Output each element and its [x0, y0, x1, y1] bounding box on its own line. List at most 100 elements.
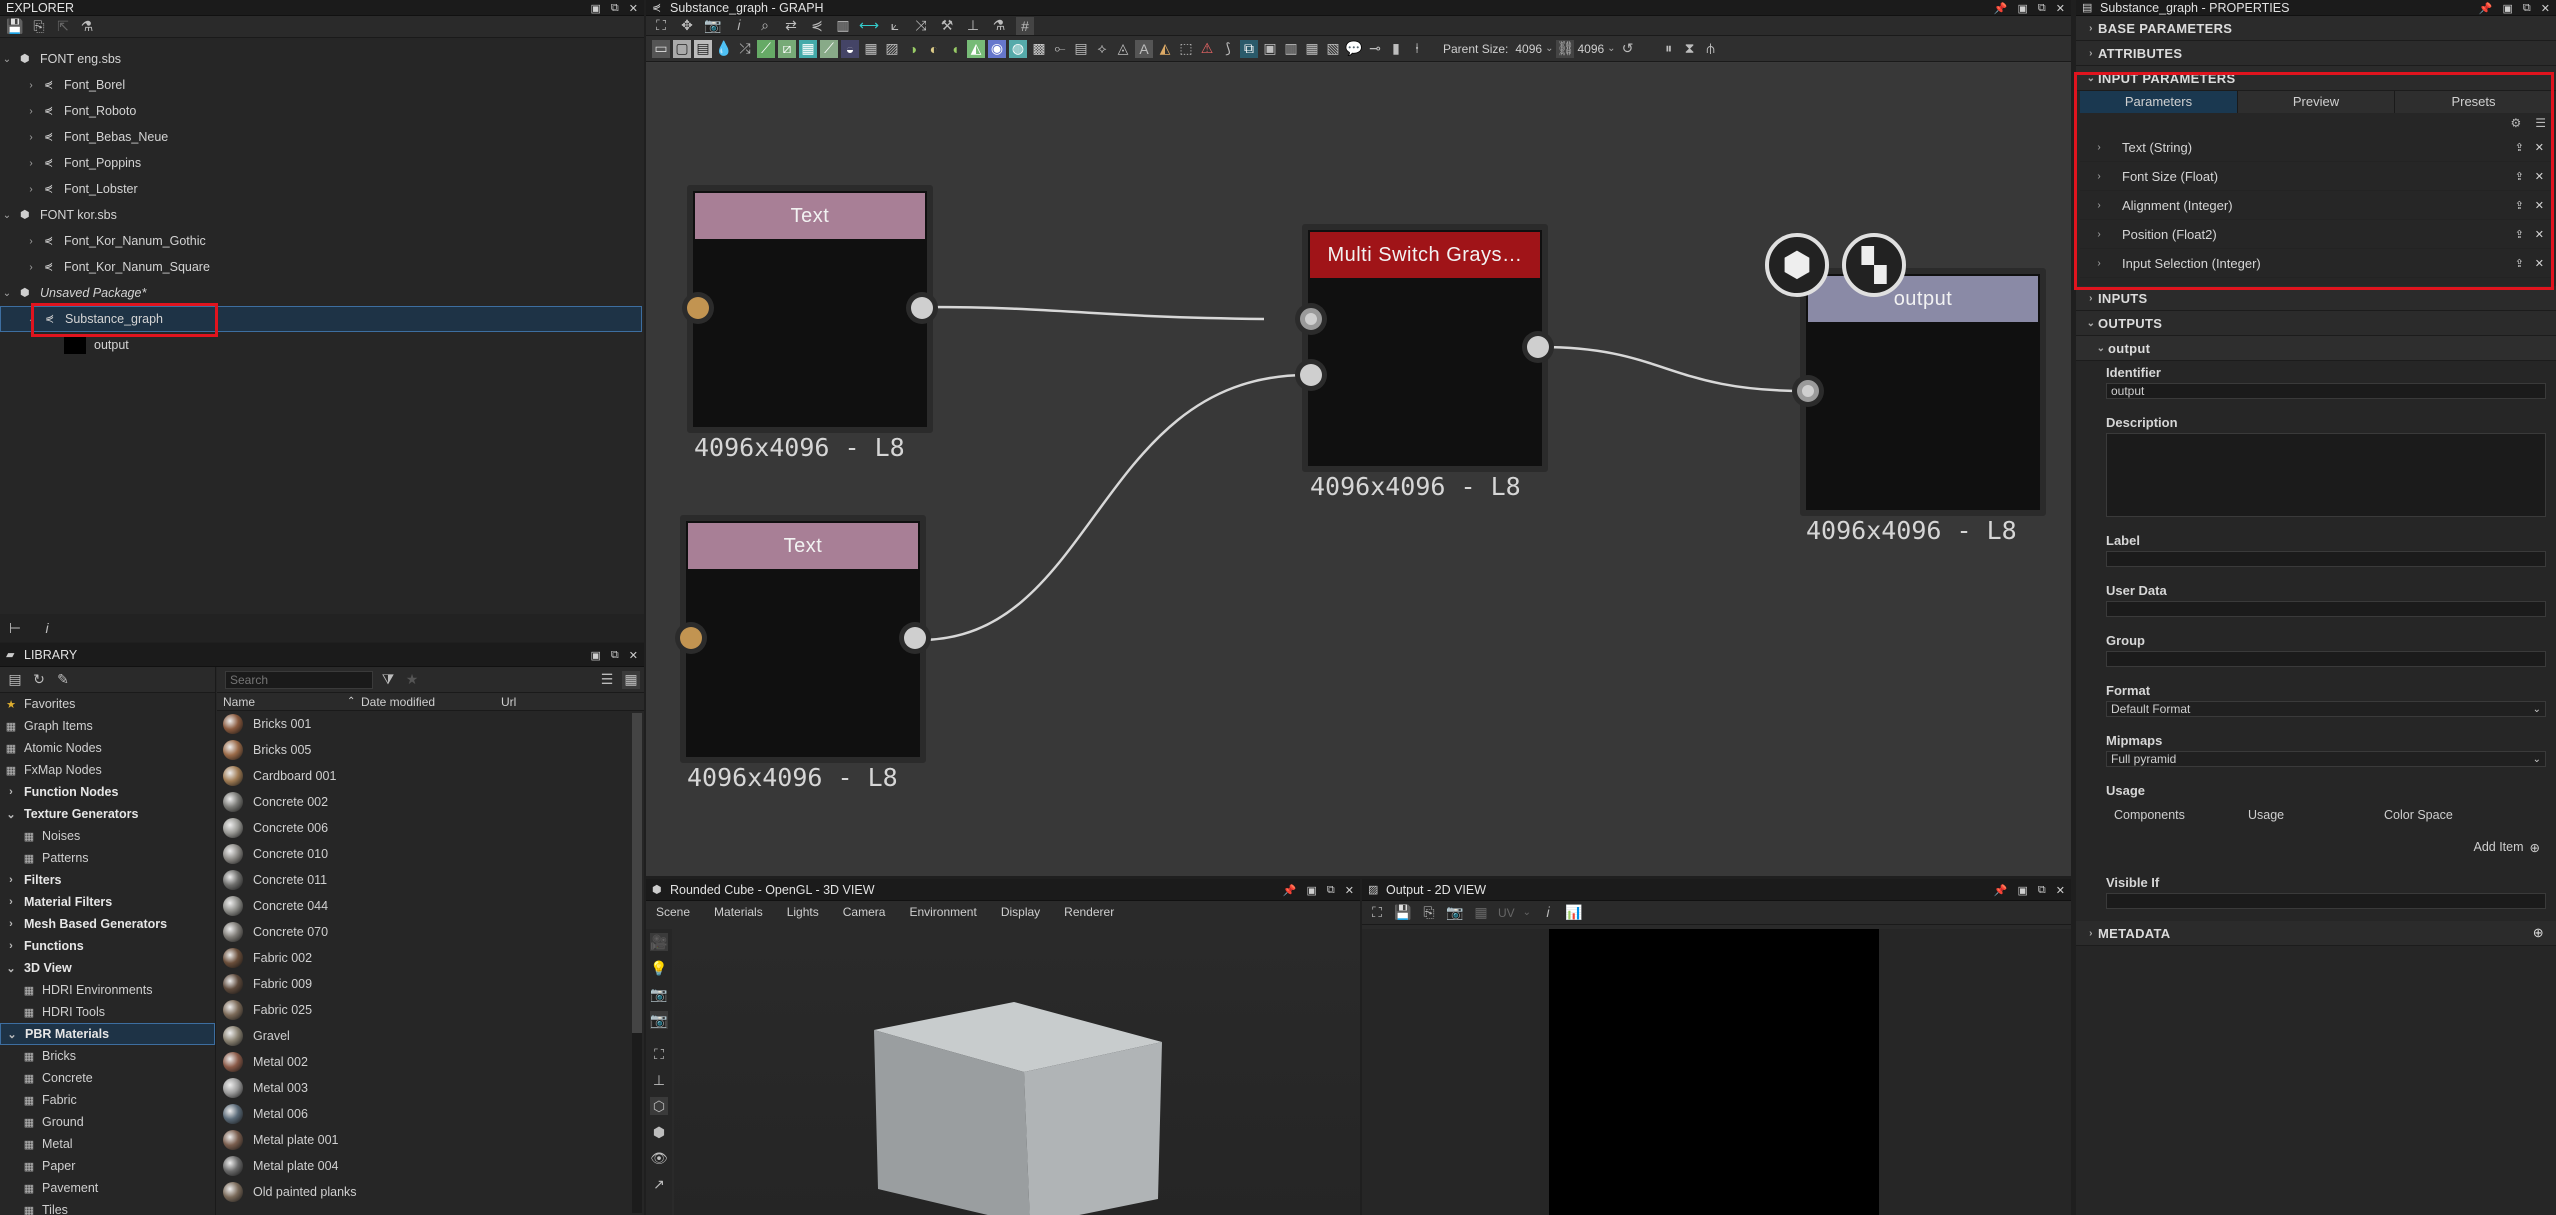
export-icon[interactable]: ⇪: [2515, 228, 2524, 241]
library-item[interactable]: Bricks 005: [217, 737, 644, 763]
library-category[interactable]: › Filters: [0, 869, 215, 891]
library-category[interactable]: ▦ FxMap Nodes: [0, 759, 215, 781]
library-category[interactable]: ▦ Paper: [0, 1155, 215, 1177]
node-icon-33[interactable]: ▧: [1324, 40, 1342, 58]
description-field[interactable]: [2106, 433, 2546, 517]
frame-node-icon[interactable]: ▮: [1387, 40, 1405, 58]
library-category[interactable]: ⌄ PBR Materials: [0, 1023, 215, 1045]
screenshot-icon[interactable]: 📷: [650, 985, 668, 1003]
library-category[interactable]: ▦ Ground: [0, 1111, 215, 1133]
copy-icon[interactable]: ⎘: [1420, 904, 1438, 922]
distribute-icon[interactable]: ⫛: [1702, 40, 1720, 58]
node-icon-27[interactable]: ⚠: [1198, 40, 1216, 58]
visible-if-field[interactable]: [2106, 893, 2546, 909]
maximize-icon[interactable]: ⧉: [611, 2, 619, 15]
list-icon[interactable]: ☰: [2535, 116, 2546, 130]
library-category[interactable]: ★ Favorites: [0, 693, 215, 715]
maximize-icon[interactable]: ⧉: [2038, 884, 2046, 897]
label-field[interactable]: [2106, 551, 2546, 567]
parameter-row[interactable]: › Alignment (Integer) ⇪ ✕: [2080, 191, 2552, 220]
export-icon[interactable]: ⇱: [54, 18, 72, 36]
node-icon-1[interactable]: ▭: [652, 39, 670, 58]
menu-scene[interactable]: Scene: [656, 905, 690, 919]
node-icon-8[interactable]: ▦: [799, 39, 817, 58]
library-item[interactable]: Concrete 002: [217, 789, 644, 815]
section-attributes[interactable]: › ATTRIBUTES: [2076, 41, 2556, 66]
chevron-down-icon[interactable]: ⌄: [25, 314, 39, 325]
pin-icon[interactable]: ⍿: [1408, 40, 1426, 58]
node-icon-18[interactable]: ◍: [1009, 39, 1027, 58]
settings-icon[interactable]: ⚙: [2510, 116, 2521, 130]
graph-row[interactable]: › ⋞ Font_Bebas_Neue: [0, 124, 644, 150]
user-data-field[interactable]: [2106, 601, 2546, 617]
close-icon[interactable]: ✕: [2541, 2, 2550, 15]
mipmaps-select[interactable]: Full pyramid ⌄: [2106, 751, 2546, 767]
input-port[interactable]: [1792, 375, 1824, 407]
pause-icon[interactable]: ⏸: [1660, 40, 1678, 58]
library-category[interactable]: ▦ Atomic Nodes: [0, 737, 215, 759]
menu-camera[interactable]: Camera: [843, 905, 886, 919]
library-item[interactable]: Metal 003: [217, 1075, 644, 1101]
chevron-right-icon[interactable]: ›: [24, 132, 38, 143]
node-icon-22[interactable]: ⟡: [1093, 40, 1111, 58]
library-category[interactable]: ▦ HDRI Environments: [0, 979, 215, 1001]
output-port[interactable]: [906, 292, 938, 324]
favorite-filter-icon[interactable]: ★: [403, 671, 421, 689]
maximize-icon[interactable]: ⧉: [1327, 884, 1335, 897]
graph-row[interactable]: › ⋞ Font_Kor_Nanum_Square: [0, 254, 644, 280]
uv-label[interactable]: UV: [1498, 906, 1515, 920]
wrench-icon[interactable]: ⚒: [938, 17, 956, 35]
add-icon[interactable]: ⊕: [2533, 925, 2544, 941]
move-icon[interactable]: ✥: [678, 17, 696, 35]
graph-canvas[interactable]: Text 4096x4096 - L8 Text 4096x4096 - L8 …: [646, 63, 2071, 876]
node-icon-32[interactable]: ▦: [1303, 40, 1321, 58]
chevron-right-icon[interactable]: ›: [24, 158, 38, 169]
library-category[interactable]: ▦ HDRI Tools: [0, 1001, 215, 1023]
library-item[interactable]: Fabric 025: [217, 997, 644, 1023]
export-icon[interactable]: ⇪: [2515, 141, 2524, 154]
info-icon[interactable]: 𝑖: [1539, 904, 1557, 922]
maximize-icon[interactable]: ⧉: [611, 649, 619, 662]
2d-view-toggle-icon[interactable]: ▚: [1842, 233, 1906, 297]
package-row[interactable]: ⌄ ⬢ FONT kor.sbs: [0, 202, 644, 228]
library-item[interactable]: Concrete 006: [217, 815, 644, 841]
3d-viewport[interactable]: [674, 929, 1360, 1215]
close-icon[interactable]: ✕: [2535, 257, 2544, 270]
filter-icon[interactable]: ⧩: [379, 671, 397, 689]
hierarchy-icon[interactable]: ⊥: [964, 17, 982, 35]
size-value[interactable]: 4096: [1577, 42, 1604, 56]
graph-row-selected[interactable]: ⌄ ⋞ Substance_graph: [0, 306, 642, 332]
arrow-icon[interactable]: ↗: [650, 1175, 668, 1193]
close-icon[interactable]: ✕: [2056, 2, 2065, 15]
paint-icon[interactable]: ⚗: [990, 17, 1008, 35]
library-category[interactable]: › Function Nodes: [0, 781, 215, 803]
add-icon[interactable]: ⊕: [2530, 840, 2540, 855]
close-icon[interactable]: ✕: [2535, 228, 2544, 241]
library-item[interactable]: Metal plate 001: [217, 1127, 644, 1153]
node-icon-26[interactable]: ⬚: [1177, 40, 1195, 58]
output-item-header[interactable]: ⌄ output: [2076, 336, 2556, 361]
tiling-icon[interactable]: ▦: [1472, 904, 1490, 922]
node-icon-10[interactable]: ◒: [841, 39, 859, 58]
tab-preview[interactable]: Preview: [2237, 91, 2394, 113]
multi-switch-node[interactable]: Multi Switch Grays…: [1302, 224, 1548, 472]
float-icon[interactable]: ▣: [591, 2, 601, 15]
menu-display[interactable]: Display: [1001, 905, 1040, 919]
scrollbar[interactable]: [632, 713, 642, 1213]
add-item-button[interactable]: Add Item: [2473, 840, 2523, 854]
node-icon-4[interactable]: 💧: [715, 40, 733, 58]
pin-icon[interactable]: 📌: [2479, 2, 2493, 15]
output-node[interactable]: output: [1800, 268, 2046, 516]
text-node-1[interactable]: Text: [687, 185, 933, 433]
library-category[interactable]: ▦ Pavement: [0, 1177, 215, 1199]
output-port[interactable]: [899, 622, 931, 654]
chevron-right-icon[interactable]: ›: [2092, 258, 2106, 269]
library-item[interactable]: Metal 006: [217, 1101, 644, 1127]
section-base-parameters[interactable]: › BASE PARAMETERS: [2076, 16, 2556, 41]
node-icon-20[interactable]: ⟜: [1051, 40, 1069, 58]
node-icon-19[interactable]: ▩: [1030, 40, 1048, 58]
node-icon-6[interactable]: ⟋: [757, 39, 775, 58]
2d-viewport[interactable]: [1362, 929, 2071, 1215]
node-icon-2[interactable]: ▢: [673, 39, 691, 58]
split-icon[interactable]: ⤨: [912, 17, 930, 35]
